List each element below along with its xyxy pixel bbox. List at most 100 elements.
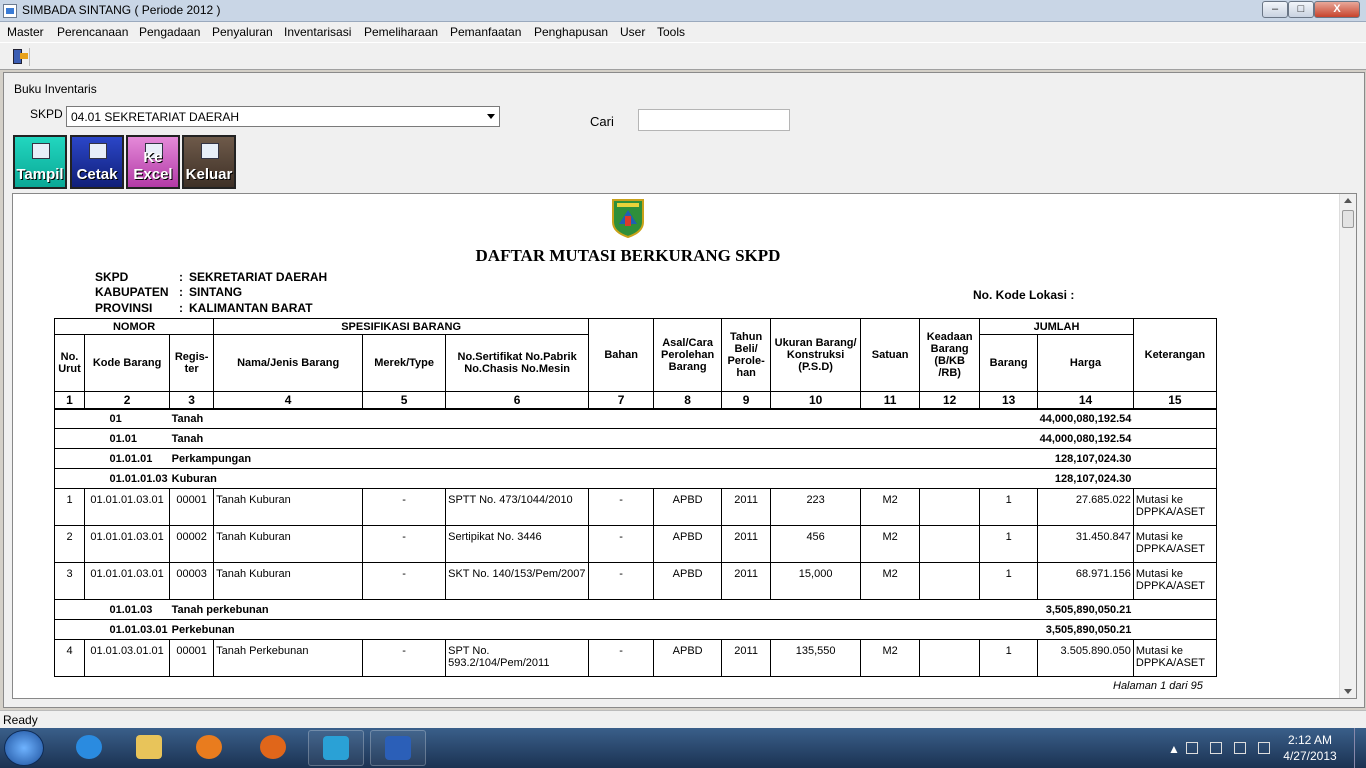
header-harga: Harga bbox=[1037, 334, 1134, 392]
header-kode-barang: Kode Barang bbox=[83, 334, 171, 392]
cell-kode-barang: 01.01.01.03.01 bbox=[83, 562, 171, 600]
window-titlebar: SIMBADA SINTANG ( Periode 2012 ) – □ X bbox=[0, 0, 1366, 22]
header-keadaan: Keadaan Barang (B/KB /RB) bbox=[919, 318, 981, 392]
col-number: 15 bbox=[1132, 391, 1217, 410]
cell-ukuran: 15,000 bbox=[770, 562, 862, 600]
scroll-down-icon[interactable] bbox=[1344, 689, 1352, 694]
cell-satuan: M2 bbox=[860, 639, 921, 677]
header-no-urut: No. Urut bbox=[54, 334, 85, 392]
search-input[interactable] bbox=[638, 109, 790, 131]
cell-nama: Tanah Kuburan bbox=[213, 525, 364, 563]
scroll-up-icon[interactable] bbox=[1344, 198, 1352, 203]
col-number: 3 bbox=[169, 391, 215, 410]
cell-asal: APBD bbox=[653, 562, 723, 600]
ie-icon[interactable] bbox=[62, 730, 118, 766]
ke-excel-button[interactable]: Ke Excel bbox=[126, 135, 180, 189]
report-body: 01 Tanah 44,000,080,192.54 01.01 Tanah 44,000… bbox=[54, 408, 1217, 677]
cell-ukuran: 223 bbox=[770, 488, 862, 526]
header-jumlah: JUMLAH bbox=[979, 318, 1134, 335]
col-number: 14 bbox=[1037, 391, 1134, 410]
skpd-dropdown[interactable]: 04.01 SEKRETARIAT DAERAH bbox=[66, 106, 500, 127]
report-viewer[interactable]: DAFTAR MUTASI BERKURANG SKPD SKPD : SEKR… bbox=[12, 193, 1357, 699]
tampil-label: Tampil bbox=[16, 166, 64, 183]
minimize-button[interactable]: – bbox=[1262, 1, 1288, 18]
tampil-button[interactable]: Tampil bbox=[13, 135, 67, 189]
cell-harga: 27.685.022 bbox=[1037, 488, 1134, 526]
col-number: 11 bbox=[860, 391, 921, 410]
kabupaten-label: KABUPATEN bbox=[95, 285, 169, 299]
menu-inventarisasi[interactable]: Inventarisasi bbox=[284, 25, 351, 39]
toolbar bbox=[0, 42, 1366, 70]
cell-sertifikat: Sertipikat No. 3446 bbox=[445, 525, 590, 563]
status-bar: Ready bbox=[0, 710, 1366, 728]
col-number: 8 bbox=[653, 391, 723, 410]
cell-keadaan bbox=[919, 562, 981, 600]
close-button[interactable]: X bbox=[1314, 1, 1360, 18]
exit-door-icon[interactable] bbox=[10, 48, 30, 66]
action-center-icon[interactable] bbox=[1186, 742, 1198, 754]
table-row: 1 01.01.01.03.01 00001 Tanah Kuburan - SPTT N… bbox=[54, 488, 1217, 526]
clock-date[interactable]: 4/27/2013 bbox=[1282, 749, 1338, 763]
menu-perencanaan[interactable]: Perencanaan bbox=[57, 25, 128, 39]
menu-master[interactable]: Master bbox=[7, 25, 44, 39]
cell-ukuran: 135,550 bbox=[770, 639, 862, 677]
group-row: 01.01.03 Tanah perkebunan 3,505,890,050.21 bbox=[54, 599, 1217, 620]
clock-time[interactable]: 2:12 AM bbox=[1285, 733, 1335, 747]
cell-harga: 68.971.156 bbox=[1037, 562, 1134, 600]
explorer-icon[interactable] bbox=[122, 730, 178, 766]
display-icon bbox=[32, 143, 50, 159]
group-name: Perkampungan bbox=[169, 448, 654, 469]
menu-pemeliharaan[interactable]: Pemeliharaan bbox=[364, 25, 438, 39]
menu-user[interactable]: User bbox=[620, 25, 645, 39]
cell-bahan: - bbox=[588, 488, 655, 526]
menu-pengadaan[interactable]: Pengadaan bbox=[139, 25, 200, 39]
volume-icon[interactable] bbox=[1258, 742, 1270, 754]
cell-bahan: - bbox=[588, 562, 655, 600]
show-desktop-button[interactable] bbox=[1354, 728, 1366, 768]
menu-pemanfaatan[interactable]: Pemanfaatan bbox=[450, 25, 521, 39]
network-icon[interactable] bbox=[1234, 742, 1246, 754]
cell-barang: 1 bbox=[979, 562, 1039, 600]
cetak-button[interactable]: Cetak bbox=[70, 135, 124, 189]
cell-keterangan: Mutasi ke DPPKA/ASET bbox=[1132, 562, 1217, 600]
header-satuan: Satuan bbox=[860, 318, 921, 392]
cell-tahun: 2011 bbox=[721, 639, 772, 677]
chevron-down-icon bbox=[487, 114, 495, 119]
cell-nama: Tanah Kuburan bbox=[213, 562, 364, 600]
group-row: 01.01.03.01 Perkebunan 3,505,890,050.21 bbox=[54, 619, 1217, 640]
media-player-icon[interactable] bbox=[182, 730, 238, 766]
menu-penyaluran[interactable]: Penyaluran bbox=[212, 25, 273, 39]
battery-icon[interactable] bbox=[1210, 742, 1222, 754]
scroll-thumb[interactable] bbox=[1342, 210, 1354, 228]
menu-tools[interactable]: Tools bbox=[657, 25, 685, 39]
cell-barang: 1 bbox=[979, 525, 1039, 563]
page-indicator: Halaman 1 dari 95 bbox=[1113, 680, 1203, 692]
vertical-scrollbar[interactable] bbox=[1339, 194, 1356, 698]
cell-register: 00001 bbox=[169, 488, 215, 526]
header-tahun: Tahun Beli/ Perole- han bbox=[721, 318, 772, 392]
cell-keadaan bbox=[919, 488, 981, 526]
cetak-label: Cetak bbox=[76, 166, 118, 183]
cell-barang: 1 bbox=[979, 639, 1039, 677]
column-number-row: 1 2 3 4 5 6 7 8 9 10 11 12 13 14 15 bbox=[54, 391, 1217, 410]
status-text: Ready bbox=[3, 713, 38, 727]
maximize-button[interactable]: □ bbox=[1288, 1, 1314, 18]
cell-keterangan: Mutasi ke DPPKA/ASET bbox=[1132, 525, 1217, 563]
show-hidden-icons-icon[interactable]: ▲ bbox=[1168, 742, 1180, 756]
cell-merek: - bbox=[362, 525, 447, 563]
group-code: 01.01.03.01 bbox=[84, 619, 170, 640]
simbada-app-icon[interactable] bbox=[308, 730, 364, 766]
group-row: 01 Tanah 44,000,080,192.54 bbox=[54, 408, 1217, 429]
header-sertifikat: No.Sertifikat No.Pabrik No.Chasis No.Mes… bbox=[445, 334, 590, 392]
cell-bahan: - bbox=[588, 525, 655, 563]
firefox-icon[interactable] bbox=[246, 730, 302, 766]
windows-start-icon[interactable] bbox=[4, 730, 44, 766]
word-icon[interactable] bbox=[370, 730, 426, 766]
cell-harga: 31.450.847 bbox=[1037, 525, 1134, 563]
menu-penghapusan[interactable]: Penghapusan bbox=[534, 25, 608, 39]
keluar-button[interactable]: Keluar bbox=[182, 135, 236, 189]
skpd-label: SKPD bbox=[30, 107, 63, 121]
group-total: 128,107,024.30 bbox=[1037, 468, 1134, 489]
skpd-info-label: SKPD bbox=[95, 270, 129, 284]
cell-kode-barang: 01.01.01.03.01 bbox=[83, 525, 171, 563]
